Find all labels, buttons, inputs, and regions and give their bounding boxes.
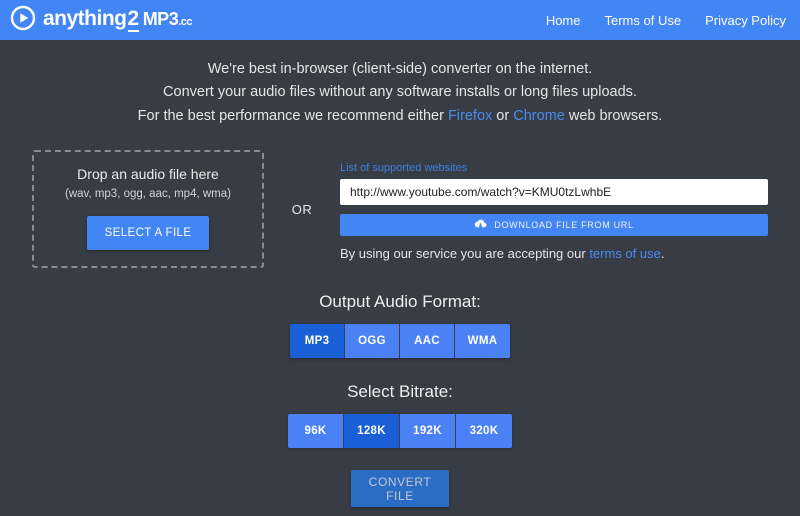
select-a-file-button[interactable]: SELECT A FILE [86,216,210,251]
intro-line-3-mid: or [492,107,514,124]
output-format-options: MP3 OGG AAC WMA [290,324,510,359]
convert-file-button[interactable]: CONVERT FILE [351,470,449,508]
chrome-link[interactable]: Chrome [513,108,565,124]
dropzone-formats: (wav, mp3, ogg, aac, mp4, wma) [65,188,231,201]
brand-wordmark: anything 2 MP3 .cc [43,8,192,32]
format-option-aac[interactable]: AAC [400,324,455,359]
bitrate-title: Select Bitrate: [347,382,453,402]
terms-of-use-link[interactable]: terms of use [589,246,661,261]
bitrate-option-192k[interactable]: 192K [400,414,456,449]
bitrate-section: Select Bitrate: 96K 128K 192K 320K [0,382,800,449]
dropzone-title: Drop an audio file here [77,166,219,183]
intro-text: We're best in-browser (client-side) conv… [0,40,800,128]
format-option-wma[interactable]: WMA [455,324,510,359]
format-option-mp3[interactable]: MP3 [290,324,345,359]
file-dropzone[interactable]: Drop an audio file here (wav, mp3, ogg, … [32,150,264,269]
intro-line-3-pre: For the best performance we recommend ei… [137,107,448,124]
brand-logo-link[interactable]: anything 2 MP3 .cc [10,5,192,36]
download-file-from-url-button[interactable]: DOWNLOAD FILE FROM URL [340,213,768,236]
terms-pre: By using our service you are accepting o… [340,245,590,261]
brand-two: 2 [127,7,139,32]
main-navigation: Home Terms of Use Privacy Policy [546,13,786,28]
bitrate-options: 96K 128K 192K 320K [288,414,512,449]
bitrate-option-320k[interactable]: 320K [456,414,512,449]
cloud-download-icon [474,218,487,231]
site-header: anything 2 MP3 .cc Home Terms of Use Privac… [0,0,800,40]
terms-post: . [660,245,665,261]
nav-item-privacy-policy[interactable]: Privacy Policy [705,13,786,28]
intro-line-3: For the best performance we recommend ei… [0,105,800,128]
play-circle-icon [10,5,36,36]
url-input[interactable] [340,178,768,205]
output-format-section: Output Audio Format: MP3 OGG AAC WMA [0,292,800,359]
url-download-panel: List of supported websites DOWNLOAD FILE… [340,158,768,261]
brand-cc: .cc [178,16,192,28]
convert-section: CONVERT FILE [0,470,800,508]
or-divider-label: OR [291,201,313,217]
brand-word: anything [43,7,127,30]
brand-mp3: MP3 [142,9,179,29]
upload-section: Drop an audio file here (wav, mp3, ogg, … [0,150,800,269]
supported-websites-link[interactable]: List of supported websites [340,162,467,174]
intro-line-1: We're best in-browser (client-side) conv… [207,61,593,77]
bitrate-option-96k[interactable]: 96K [288,414,344,449]
firefox-link[interactable]: Firefox [448,108,492,124]
intro-line-2: Convert your audio files without any sof… [163,84,637,101]
nav-item-home[interactable]: Home [546,13,581,28]
format-option-ogg[interactable]: OGG [345,324,400,359]
bitrate-option-128k[interactable]: 128K [344,414,400,449]
download-button-label: DOWNLOAD FILE FROM URL [494,219,634,230]
output-format-title: Output Audio Format: [319,292,481,312]
nav-item-terms-of-use[interactable]: Terms of Use [605,13,682,28]
terms-acceptance-text: By using our service you are accepting o… [340,246,768,261]
intro-line-3-post: web browsers. [564,107,663,124]
